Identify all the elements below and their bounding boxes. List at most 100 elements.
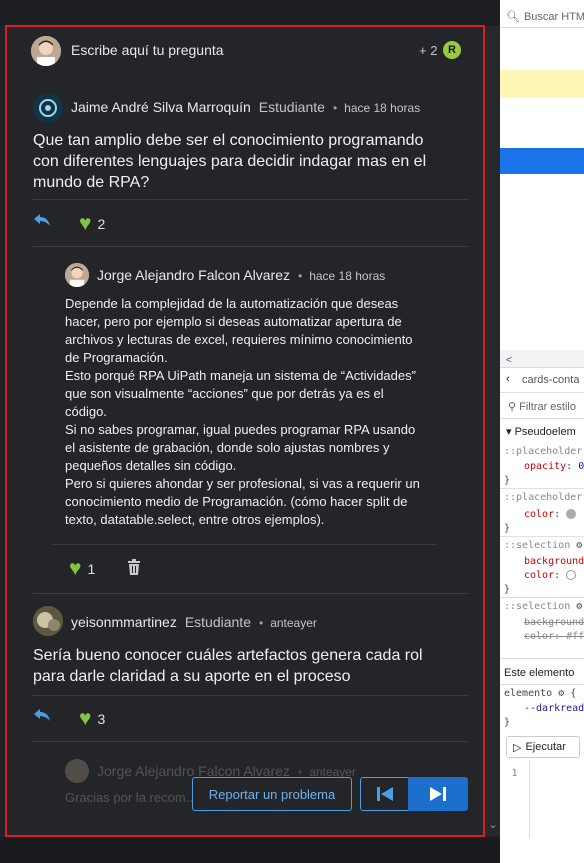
styles-filter-placeholder: Filtrar estilo — [519, 401, 576, 413]
divider — [500, 418, 584, 419]
rule-selector: ::placeholder — [504, 446, 583, 457]
divider — [33, 199, 469, 200]
divider — [500, 597, 584, 598]
skip-next-icon — [430, 787, 446, 801]
question-meta: yeisonmmartinez Estudiante • anteayer — [71, 614, 317, 630]
rule-declaration[interactable]: background — [524, 556, 584, 567]
trash-icon — [128, 559, 140, 575]
vertical-scrollbar[interactable] — [486, 26, 500, 836]
divider — [33, 593, 469, 594]
rule-declaration-overridden[interactable]: color: #ff — [524, 631, 584, 642]
run-label: Ejecutar — [525, 741, 566, 753]
like-button[interactable]: ♥ 2 — [79, 213, 105, 234]
divider — [500, 488, 584, 489]
reply-icon — [34, 709, 50, 721]
gear-icon[interactable]: ⚙ — [558, 688, 564, 699]
heart-icon: ♥ — [79, 212, 92, 235]
gear-icon[interactable]: ⚙ — [576, 601, 582, 612]
play-icon: ▷ — [513, 741, 522, 754]
reply-like-button[interactable]: ♥ 1 — [69, 558, 95, 579]
author-avatar — [33, 606, 63, 636]
meta-separator: • — [298, 269, 303, 283]
question-text: Que tan amplio debe ser el conocimiento … — [33, 132, 427, 191]
divider — [500, 658, 584, 659]
reply-author-avatar — [65, 759, 89, 783]
reply-like-count: 1 — [87, 560, 96, 577]
like-count: 3 — [97, 710, 106, 727]
question-meta: Jaime André Silva Marroquín Estudiante •… — [71, 99, 420, 115]
divider — [53, 544, 437, 545]
reply-text: Depende la complejidad de la automatizac… — [65, 295, 425, 529]
rule-declaration[interactable]: color: — [524, 509, 584, 520]
console-line-numbers: 1 — [500, 760, 530, 840]
scroll-left-icon[interactable]: < — [506, 355, 584, 366]
user-avatar — [31, 36, 61, 66]
rule-selector: ::placeholder — [504, 492, 583, 503]
report-problem-button[interactable]: Reportar un problema — [192, 777, 352, 811]
rule-selector: ::selection ⚙ — [504, 601, 583, 612]
html-search-placeholder: Buscar HTM — [523, 10, 584, 23]
divider — [33, 695, 469, 696]
previous-class-button[interactable] — [360, 777, 408, 811]
question-text: Sería bueno conocer cuáles artefactos ge… — [33, 647, 423, 685]
meta-separator: • — [259, 616, 264, 630]
post-time: hace 18 horas — [344, 101, 421, 115]
panel-top-bar — [0, 0, 500, 26]
author-name[interactable]: Jaime André Silva Marroquín — [71, 99, 251, 115]
reply-paragraph: Esto porqué RPA UiPath maneja un sistema… — [65, 368, 416, 419]
author-name[interactable]: yeisonmmartinez — [71, 614, 177, 630]
author-role: Estudiante — [184, 614, 251, 630]
divider — [33, 246, 469, 247]
class-navigation — [360, 777, 468, 811]
rule-brace: } — [504, 523, 511, 534]
reply-button[interactable] — [33, 213, 51, 227]
rule-declaration-overridden[interactable]: background — [524, 617, 584, 628]
heart-icon: ♥ — [79, 707, 92, 730]
ask-question-placeholder[interactable]: Escribe aquí tu pregunta — [71, 42, 224, 58]
devtools-bottom — [500, 838, 584, 863]
rule-brace: } — [504, 584, 511, 595]
divider — [500, 684, 584, 685]
color-swatch[interactable] — [566, 509, 577, 519]
participant-badge: R — [443, 41, 461, 59]
pseudo-elements-label: Pseudoelem — [514, 426, 576, 438]
devtools-panel: 🔍︎ Buscar HTM < ‹ cards-conta ⚲ Filtrar … — [500, 0, 584, 863]
rule-declaration[interactable]: color: — [524, 570, 584, 581]
breadcrumb[interactable]: cards-conta — [522, 374, 584, 386]
delete-button[interactable] — [127, 559, 141, 580]
panel-bottom-bar — [0, 837, 500, 863]
skip-previous-icon — [376, 787, 393, 801]
reply-author-avatar — [65, 263, 89, 287]
like-button[interactable]: ♥ 3 — [79, 708, 105, 729]
run-button[interactable]: ▷ Ejecutar — [506, 736, 580, 758]
ask-question-bar[interactable]: Escribe aquí tu pregunta + 2 R — [7, 27, 483, 79]
like-count: 2 — [97, 215, 106, 232]
reply-time: hace 18 horas — [309, 269, 386, 283]
author-avatar — [33, 93, 63, 123]
element-header: Este elemento — [504, 667, 575, 679]
element-variable[interactable]: --darkread — [524, 703, 584, 714]
rule-declaration[interactable]: opacity: 0 — [524, 461, 584, 472]
color-swatch[interactable] — [566, 570, 577, 580]
reply-author-name[interactable]: Jorge Alejandro Falcon Alvarez — [97, 267, 290, 283]
next-class-button[interactable] — [408, 777, 468, 811]
divider — [500, 536, 584, 537]
search-icon: 🔍︎ — [506, 11, 520, 23]
rule-brace: } — [504, 475, 511, 486]
divider — [33, 741, 469, 742]
reply-button[interactable] — [33, 708, 51, 722]
highlighted-node[interactable] — [500, 70, 584, 98]
author-role: Estudiante — [258, 99, 325, 115]
reply-meta: Jorge Alejandro Falcon Alvarez • hace 18… — [97, 267, 385, 283]
styles-filter[interactable]: ⚲ Filtrar estilo — [508, 400, 584, 413]
selected-node[interactable] — [500, 148, 584, 174]
html-search-box[interactable]: 🔍︎ Buscar HTM — [500, 6, 584, 28]
post-time: anteayer — [270, 616, 317, 630]
reply-paragraph: Pero si quieres ahondar y ser profesiona… — [65, 476, 420, 527]
scroll-down-icon[interactable]: ⌄ — [486, 815, 500, 835]
meta-separator: • — [332, 101, 338, 115]
element-selector: elemento ⚙ { — [504, 688, 577, 699]
gear-icon[interactable]: ⚙ — [576, 540, 582, 551]
pseudo-elements-header[interactable]: ▾ Pseudoelem — [506, 425, 584, 438]
comments-panel: Escribe aquí tu pregunta + 2 R Jaime And… — [0, 0, 500, 863]
